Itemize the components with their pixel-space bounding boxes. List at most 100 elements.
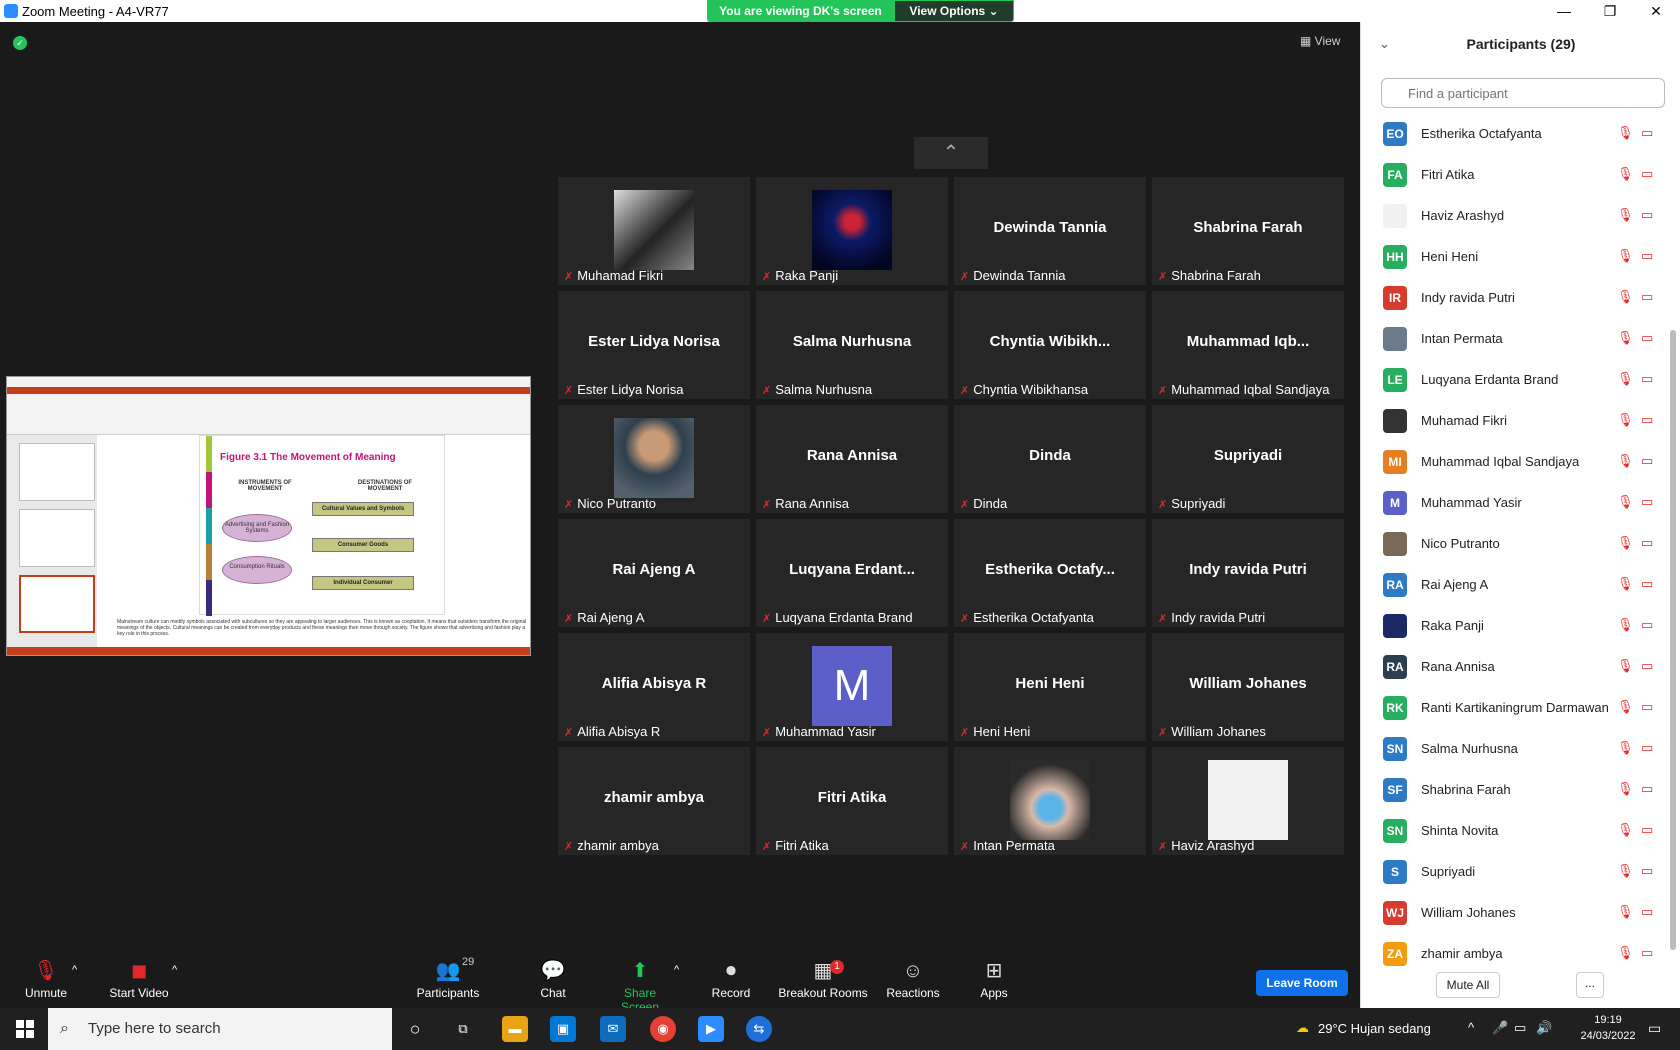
share-options-caret[interactable]: ^ bbox=[674, 964, 679, 976]
participant-row[interactable]: WJ William Johanes 🎙 ▭ bbox=[1361, 893, 1671, 934]
video-tile[interactable]: Estherika Octafy... ✗ Estherika Octafyanta bbox=[954, 519, 1146, 627]
participant-row[interactable]: S Supriyadi 🎙 ▭ bbox=[1361, 852, 1671, 893]
muted-mic-icon[interactable]: 🎙 bbox=[1617, 166, 1634, 182]
muted-mic-icon[interactable]: 🎙 bbox=[1617, 289, 1634, 305]
participant-row[interactable]: RK Ranti Kartikaningrum Darmawan 🎙 ▭ bbox=[1361, 688, 1671, 729]
muted-mic-icon[interactable]: 🎙 bbox=[1617, 945, 1634, 961]
video-off-icon[interactable]: ▭ bbox=[1641, 535, 1653, 551]
breakout-rooms-button[interactable]: ▦ 1 Breakout Rooms bbox=[778, 958, 868, 1000]
network-icon[interactable]: ▭ bbox=[1514, 1020, 1526, 1036]
participant-row[interactable]: HH Heni Heni 🎙 ▭ bbox=[1361, 237, 1671, 278]
video-tile[interactable]: Ester Lidya Norisa ✗ Ester Lidya Norisa bbox=[558, 291, 750, 399]
video-tile[interactable]: ✗ Raka Panji bbox=[756, 177, 948, 285]
task-view-icon[interactable]: ⧉ bbox=[450, 1016, 476, 1042]
video-off-icon[interactable]: ▭ bbox=[1641, 207, 1653, 223]
video-tile[interactable]: Supriyadi ✗ Supriyadi bbox=[1152, 405, 1344, 513]
start-video-button[interactable]: ◼ Start Video bbox=[104, 958, 174, 1000]
view-options-button[interactable]: View Options ⌄ bbox=[894, 0, 1014, 22]
video-tile[interactable]: Muhammad Iqb... ✗ Muhammad Iqbal Sandjaya bbox=[1152, 291, 1344, 399]
video-tile[interactable]: Dinda ✗ Dinda bbox=[954, 405, 1146, 513]
shared-screen[interactable]: Figure 3.1 The Movement of Meaning INSTR… bbox=[6, 376, 531, 656]
video-tile[interactable]: Alifia Abisya R ✗ Alifia Abisya R bbox=[558, 633, 750, 741]
video-off-icon[interactable]: ▭ bbox=[1641, 740, 1653, 756]
muted-mic-icon[interactable]: 🎙 bbox=[1617, 248, 1634, 264]
video-tile[interactable]: Dewinda Tannia ✗ Dewinda Tannia bbox=[954, 177, 1146, 285]
participant-row[interactable]: EO Estherika Octafyanta 🎙 ▭ bbox=[1361, 114, 1671, 155]
cortana-icon[interactable]: ○ bbox=[402, 1016, 428, 1042]
security-shield-icon[interactable]: ✓ bbox=[13, 36, 27, 50]
muted-mic-icon[interactable]: 🎙 bbox=[1617, 781, 1634, 797]
mail-icon[interactable]: ✉ bbox=[600, 1016, 626, 1042]
weather-text[interactable]: 29°C Hujan sedang bbox=[1318, 1021, 1431, 1036]
volume-icon[interactable]: 🔊 bbox=[1536, 1020, 1552, 1036]
video-off-icon[interactable]: ▭ bbox=[1641, 125, 1653, 141]
mute-all-button[interactable]: Mute All bbox=[1436, 972, 1500, 998]
video-off-icon[interactable]: ▭ bbox=[1641, 330, 1653, 346]
video-options-caret[interactable]: ^ bbox=[172, 964, 177, 976]
page-up-button[interactable]: ⌃ bbox=[914, 137, 988, 169]
video-tile[interactable]: Luqyana Erdant... ✗ Luqyana Erdanta Brand bbox=[756, 519, 948, 627]
video-off-icon[interactable]: ▭ bbox=[1641, 494, 1653, 510]
participant-row[interactable]: SN Salma Nurhusna 🎙 ▭ bbox=[1361, 729, 1671, 770]
participant-row[interactable]: RA Rai Ajeng A 🎙 ▭ bbox=[1361, 565, 1671, 606]
muted-mic-icon[interactable]: 🎙 bbox=[1617, 617, 1634, 633]
muted-mic-icon[interactable]: 🎙 bbox=[1617, 125, 1634, 141]
close-button[interactable]: ✕ bbox=[1633, 0, 1679, 22]
video-tile[interactable]: Shabrina Farah ✗ Shabrina Farah bbox=[1152, 177, 1344, 285]
view-layout-button[interactable]: ▦ View bbox=[1300, 34, 1340, 48]
show-hidden-icons-icon[interactable]: ^ bbox=[1468, 1020, 1474, 1035]
participants-button[interactable]: 👥 29 Participants bbox=[414, 956, 482, 1000]
zoom-taskbar-icon[interactable]: ▶ bbox=[698, 1016, 724, 1042]
participant-row[interactable]: Intan Permata 🎙 ▭ bbox=[1361, 319, 1671, 360]
video-tile[interactable]: Fitri Atika ✗ Fitri Atika bbox=[756, 747, 948, 855]
video-tile[interactable]: Rana Annisa ✗ Rana Annisa bbox=[756, 405, 948, 513]
reactions-button[interactable]: ☺ Reactions bbox=[886, 958, 940, 1000]
video-tile[interactable]: zhamir ambya ✗ zhamir ambya bbox=[558, 747, 750, 855]
video-tile[interactable]: ✗ Intan Permata bbox=[954, 747, 1146, 855]
muted-mic-icon[interactable]: 🎙 bbox=[1617, 453, 1634, 469]
video-off-icon[interactable]: ▭ bbox=[1641, 289, 1653, 305]
video-off-icon[interactable]: ▭ bbox=[1641, 863, 1653, 879]
microphone-icon[interactable]: 🎤 bbox=[1492, 1020, 1508, 1036]
video-tile[interactable]: Salma Nurhusna ✗ Salma Nurhusna bbox=[756, 291, 948, 399]
video-tile[interactable]: ✗ Haviz Arashyd bbox=[1152, 747, 1344, 855]
video-tile[interactable]: M ✗ Muhammad Yasir bbox=[756, 633, 948, 741]
more-options-button[interactable]: ... bbox=[1576, 972, 1604, 998]
video-tile[interactable]: Heni Heni ✗ Heni Heni bbox=[954, 633, 1146, 741]
participant-row[interactable]: M Muhammad Yasir 🎙 ▭ bbox=[1361, 483, 1671, 524]
unmute-button[interactable]: 🎙 Unmute bbox=[22, 958, 70, 1000]
video-off-icon[interactable]: ▭ bbox=[1641, 781, 1653, 797]
video-tile[interactable]: Rai Ajeng A ✗ Rai Ajeng A bbox=[558, 519, 750, 627]
muted-mic-icon[interactable]: 🎙 bbox=[1617, 535, 1634, 551]
muted-mic-icon[interactable]: 🎙 bbox=[1617, 494, 1634, 510]
store-icon[interactable]: ▣ bbox=[550, 1016, 576, 1042]
participant-row[interactable]: FA Fitri Atika 🎙 ▭ bbox=[1361, 155, 1671, 196]
muted-mic-icon[interactable]: 🎙 bbox=[1617, 863, 1634, 879]
participant-search-input[interactable] bbox=[1381, 78, 1665, 108]
participant-row[interactable]: Raka Panji 🎙 ▭ bbox=[1361, 606, 1671, 647]
participant-row[interactable]: SF Shabrina Farah 🎙 ▭ bbox=[1361, 770, 1671, 811]
muted-mic-icon[interactable]: 🎙 bbox=[1617, 658, 1634, 674]
muted-mic-icon[interactable]: 🎙 bbox=[1617, 576, 1634, 592]
video-off-icon[interactable]: ▭ bbox=[1641, 453, 1653, 469]
video-off-icon[interactable]: ▭ bbox=[1641, 658, 1653, 674]
leave-room-button[interactable]: Leave Room bbox=[1256, 970, 1348, 996]
participant-row[interactable]: Nico Putranto 🎙 ▭ bbox=[1361, 524, 1671, 565]
participant-row[interactable]: IR Indy ravida Putri 🎙 ▭ bbox=[1361, 278, 1671, 319]
video-off-icon[interactable]: ▭ bbox=[1641, 412, 1653, 428]
taskbar-clock[interactable]: 19:19 24/03/2022 bbox=[1576, 1012, 1640, 1044]
muted-mic-icon[interactable]: 🎙 bbox=[1617, 822, 1634, 838]
muted-mic-icon[interactable]: 🎙 bbox=[1617, 740, 1634, 756]
participant-list-scrollbar[interactable] bbox=[1670, 330, 1676, 950]
video-tile[interactable]: Chyntia Wibikh... ✗ Chyntia Wibikhansa bbox=[954, 291, 1146, 399]
participant-row[interactable]: MI Muhammad Iqbal Sandjaya 🎙 ▭ bbox=[1361, 442, 1671, 483]
video-off-icon[interactable]: ▭ bbox=[1641, 904, 1653, 920]
file-explorer-icon[interactable]: ▬ bbox=[502, 1016, 528, 1042]
record-button[interactable]: ⏺ Record bbox=[710, 958, 752, 1000]
muted-mic-icon[interactable]: 🎙 bbox=[1617, 699, 1634, 715]
video-tile[interactable]: ✗ Muhamad Fikri bbox=[558, 177, 750, 285]
windows-start-icon[interactable] bbox=[16, 1020, 34, 1038]
video-off-icon[interactable]: ▭ bbox=[1641, 699, 1653, 715]
video-tile[interactable]: Indy ravida Putri ✗ Indy ravida Putri bbox=[1152, 519, 1344, 627]
participant-row[interactable]: Haviz Arashyd 🎙 ▭ bbox=[1361, 196, 1671, 237]
